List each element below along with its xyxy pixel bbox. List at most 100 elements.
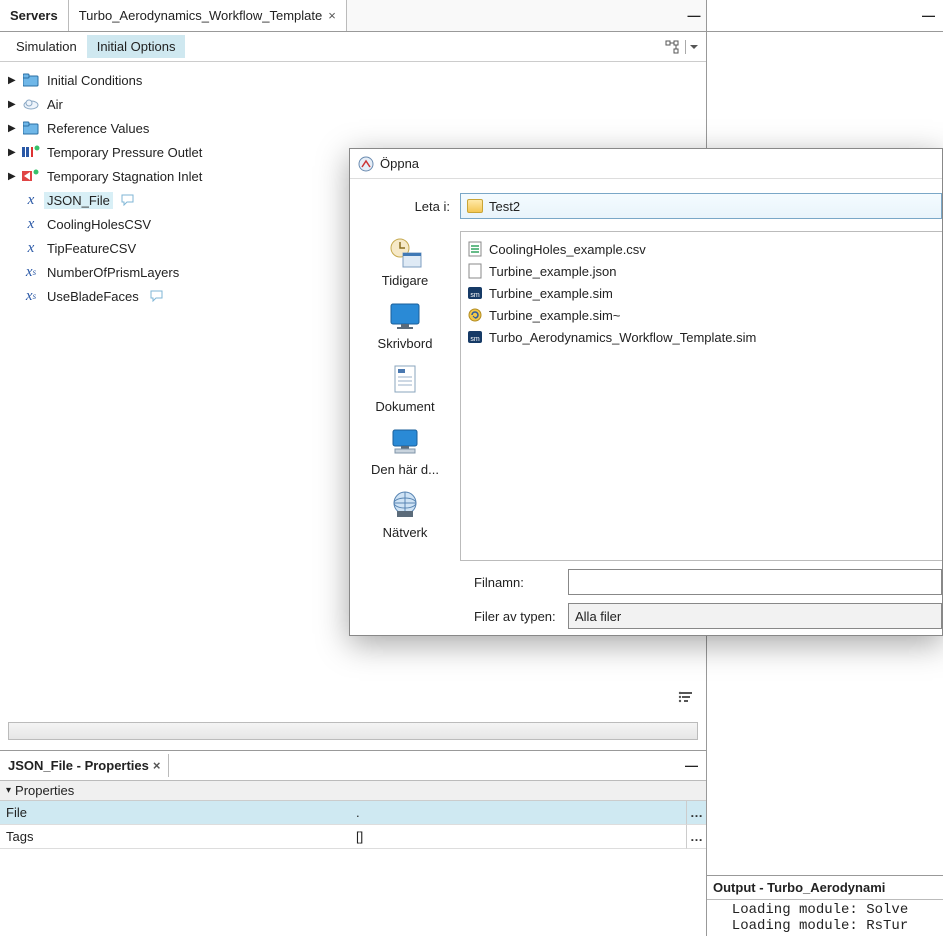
computer-icon [387,426,423,458]
properties-panel: JSON_File - Properties × — ▾ Properties … [0,750,706,849]
tree-item-label: Reference Values [44,120,152,137]
look-in-combo[interactable]: Test2 [460,193,942,219]
comment-icon[interactable] [150,290,164,302]
prop-file-label[interactable]: File [0,801,350,825]
tab-servers[interactable]: Servers [0,0,69,31]
folder-icon [22,72,40,88]
filetype-row: Filer av typen: Alla filer [350,603,942,629]
place-recent[interactable]: Tidigare [350,231,460,292]
editor-minimize-button[interactable]: — [922,8,935,23]
file-item[interactable]: CoolingHoles_example.csv [467,238,936,260]
place-desktop[interactable]: Skrivbord [350,294,460,355]
prop-tags-browse-button[interactable]: … [686,825,706,849]
open-file-dialog: Öppna Leta i: Test2 Tidigare [349,148,943,636]
properties-tab-label: JSON_File - Properties [8,758,149,773]
collapse-icon[interactable]: ▾ [6,785,11,796]
tree-item-label: Temporary Pressure Outlet [44,144,205,161]
expand-icon[interactable]: ▶ [8,171,18,182]
prop-tags-value[interactable]: [] [350,825,686,849]
comment-icon[interactable] [121,194,135,206]
tree-filter-icon[interactable] [678,690,694,704]
inlet-icon [22,168,40,184]
folder-icon [22,120,40,136]
csv-file-icon [467,241,483,257]
close-icon[interactable]: × [328,8,336,23]
subtab-simulation[interactable]: Simulation [6,35,87,58]
tree-item-label: Initial Conditions [44,72,145,89]
horizontal-scrollbar[interactable] [8,722,698,740]
properties-tab-bar: JSON_File - Properties × — [0,751,706,781]
dialog-title: Öppna [380,156,419,171]
documents-icon [387,363,423,395]
tree-item-label: NumberOfPrismLayers [44,264,182,281]
place-computer[interactable]: Den här d... [350,420,460,481]
dropdown-icon[interactable] [685,40,698,54]
look-in-value: Test2 [489,199,520,214]
file-list[interactable]: CoolingHoles_example.csv Turbine_example… [460,231,942,561]
desktop-icon [387,300,423,332]
look-in-label: Leta i: [350,199,460,214]
file-name: Turbine_example.json [489,264,616,279]
prop-file-value[interactable]: . [350,801,686,825]
json-file-icon [467,263,483,279]
svg-text:sm: sm [470,292,480,299]
sim-file-icon: sm [467,329,483,345]
leaf-icon: · [8,291,18,302]
filename-row: Filnamn: [350,569,942,595]
file-item[interactable]: Turbine_example.json [467,260,936,282]
tree-item-reference-values[interactable]: ▶ Reference Values [4,116,702,140]
tree-item-label: JSON_File [44,192,113,209]
expand-icon[interactable]: ▶ [8,75,18,86]
tree-structure-icon[interactable] [665,40,679,54]
recent-icon [387,237,423,269]
file-name: Turbo_Aerodynamics_Workflow_Template.sim [489,330,756,345]
filetype-combo[interactable]: Alla filer [568,603,942,629]
dialog-title-bar[interactable]: Öppna [350,149,942,179]
file-item[interactable]: sm Turbo_Aerodynamics_Workflow_Template.… [467,326,936,348]
prop-file-browse-button[interactable]: … [686,801,706,825]
sub-tab-bar: Simulation Initial Options [0,32,706,62]
file-item[interactable]: Turbine_example.sim~ [467,304,936,326]
place-documents[interactable]: Dokument [350,357,460,418]
filetype-value: Alla filer [575,609,621,624]
leaf-icon: · [8,243,18,254]
places-bar: Tidigare Skrivbord Dokument [350,231,460,561]
filename-input[interactable] [568,569,942,595]
tab-workflow[interactable]: Turbo_Aerodynamics_Workflow_Template × [69,0,347,31]
output-title: Output - Turbo_Aerodynami [707,876,943,900]
panel-minimize-button[interactable]: — [682,0,706,31]
expand-icon[interactable]: ▶ [8,123,18,134]
cloud-icon [22,96,40,112]
output-log[interactable]: Loading module: Solve Loading module: Rs… [707,900,943,936]
close-icon[interactable]: × [153,758,161,773]
filetype-label: Filer av typen: [462,609,568,624]
leaf-icon: · [8,219,18,230]
xs-parameter-icon: xs [22,264,40,280]
tree-item-initial-conditions[interactable]: ▶ Initial Conditions [4,68,702,92]
svg-text:sm: sm [470,336,480,343]
prop-tags-label[interactable]: Tags [0,825,350,849]
expand-icon[interactable]: ▶ [8,147,18,158]
tree-item-air[interactable]: ▶ Air [4,92,702,116]
x-parameter-icon: x [22,216,40,232]
backup-file-icon [467,307,483,323]
folder-icon [467,199,483,213]
tab-servers-label: Servers [10,8,58,23]
subtab-initial-options[interactable]: Initial Options [87,35,186,58]
app-icon [358,156,374,172]
file-name: CoolingHoles_example.csv [489,242,646,257]
file-name: Turbine_example.sim~ [489,308,620,323]
tree-item-label: UseBladeFaces [44,288,142,305]
leaf-icon: · [8,267,18,278]
properties-minimize-button[interactable]: — [677,758,706,773]
properties-tab[interactable]: JSON_File - Properties × [0,754,169,777]
properties-section-label: Properties [15,783,74,798]
place-desktop-label: Skrivbord [350,336,460,351]
expand-icon[interactable]: ▶ [8,99,18,110]
tree-item-label: CoolingHolesCSV [44,216,154,233]
file-item[interactable]: sm Turbine_example.sim [467,282,936,304]
top-tab-bar: Servers Turbo_Aerodynamics_Workflow_Temp… [0,0,706,32]
tree-item-label: Temporary Stagnation Inlet [44,168,205,185]
place-network[interactable]: Nätverk [350,483,460,544]
properties-section-header[interactable]: ▾ Properties [0,781,706,801]
